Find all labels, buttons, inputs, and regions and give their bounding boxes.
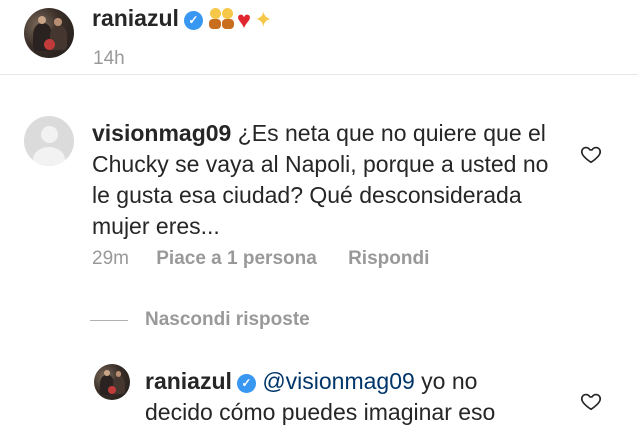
- reply-button[interactable]: Rispondi: [348, 248, 429, 269]
- post-author-avatar[interactable]: [24, 8, 74, 58]
- family-emoji: [208, 7, 235, 29]
- commenter-avatar[interactable]: [24, 116, 74, 166]
- hide-replies-button[interactable]: Nascondi risposte: [145, 309, 310, 331]
- post-caption-line: raniazul ✓ ♥ ✦: [92, 5, 273, 35]
- sparkles-emoji: ✦: [254, 7, 273, 32]
- replies-divider-line: [90, 320, 128, 321]
- reply-author-username[interactable]: raniazul: [145, 368, 232, 394]
- like-reply-heart-icon[interactable]: [580, 390, 602, 412]
- post-timestamp: 14h: [93, 48, 125, 69]
- reply-author-avatar[interactable]: [94, 364, 130, 400]
- commenter-username[interactable]: visionmag09: [92, 120, 231, 146]
- comment-meta-row: 29m Piace a 1 persona Rispondi: [92, 248, 429, 270]
- section-divider: [0, 74, 638, 75]
- red-heart-emoji: ♥: [236, 7, 252, 34]
- like-comment-heart-icon[interactable]: [580, 143, 602, 165]
- reply-mention-link[interactable]: @visionmag09: [262, 368, 414, 394]
- verified-badge-icon: ✓: [183, 11, 203, 30]
- post-author-username[interactable]: raniazul: [92, 5, 179, 31]
- comment-likes-link[interactable]: Piace a 1 persona: [156, 248, 317, 269]
- verified-badge-icon: ✓: [236, 374, 256, 393]
- comment-timestamp: 29m: [92, 248, 129, 269]
- reply-text-line2: decido cómo puedes imaginar eso: [145, 399, 496, 425]
- reply-text-line1: yo no: [414, 368, 478, 394]
- comment-body: visionmag09 ¿Es neta que no quiere que e…: [92, 118, 562, 242]
- reply-body: raniazul ✓ @visionmag09 yo no decido cómo…: [145, 366, 565, 425]
